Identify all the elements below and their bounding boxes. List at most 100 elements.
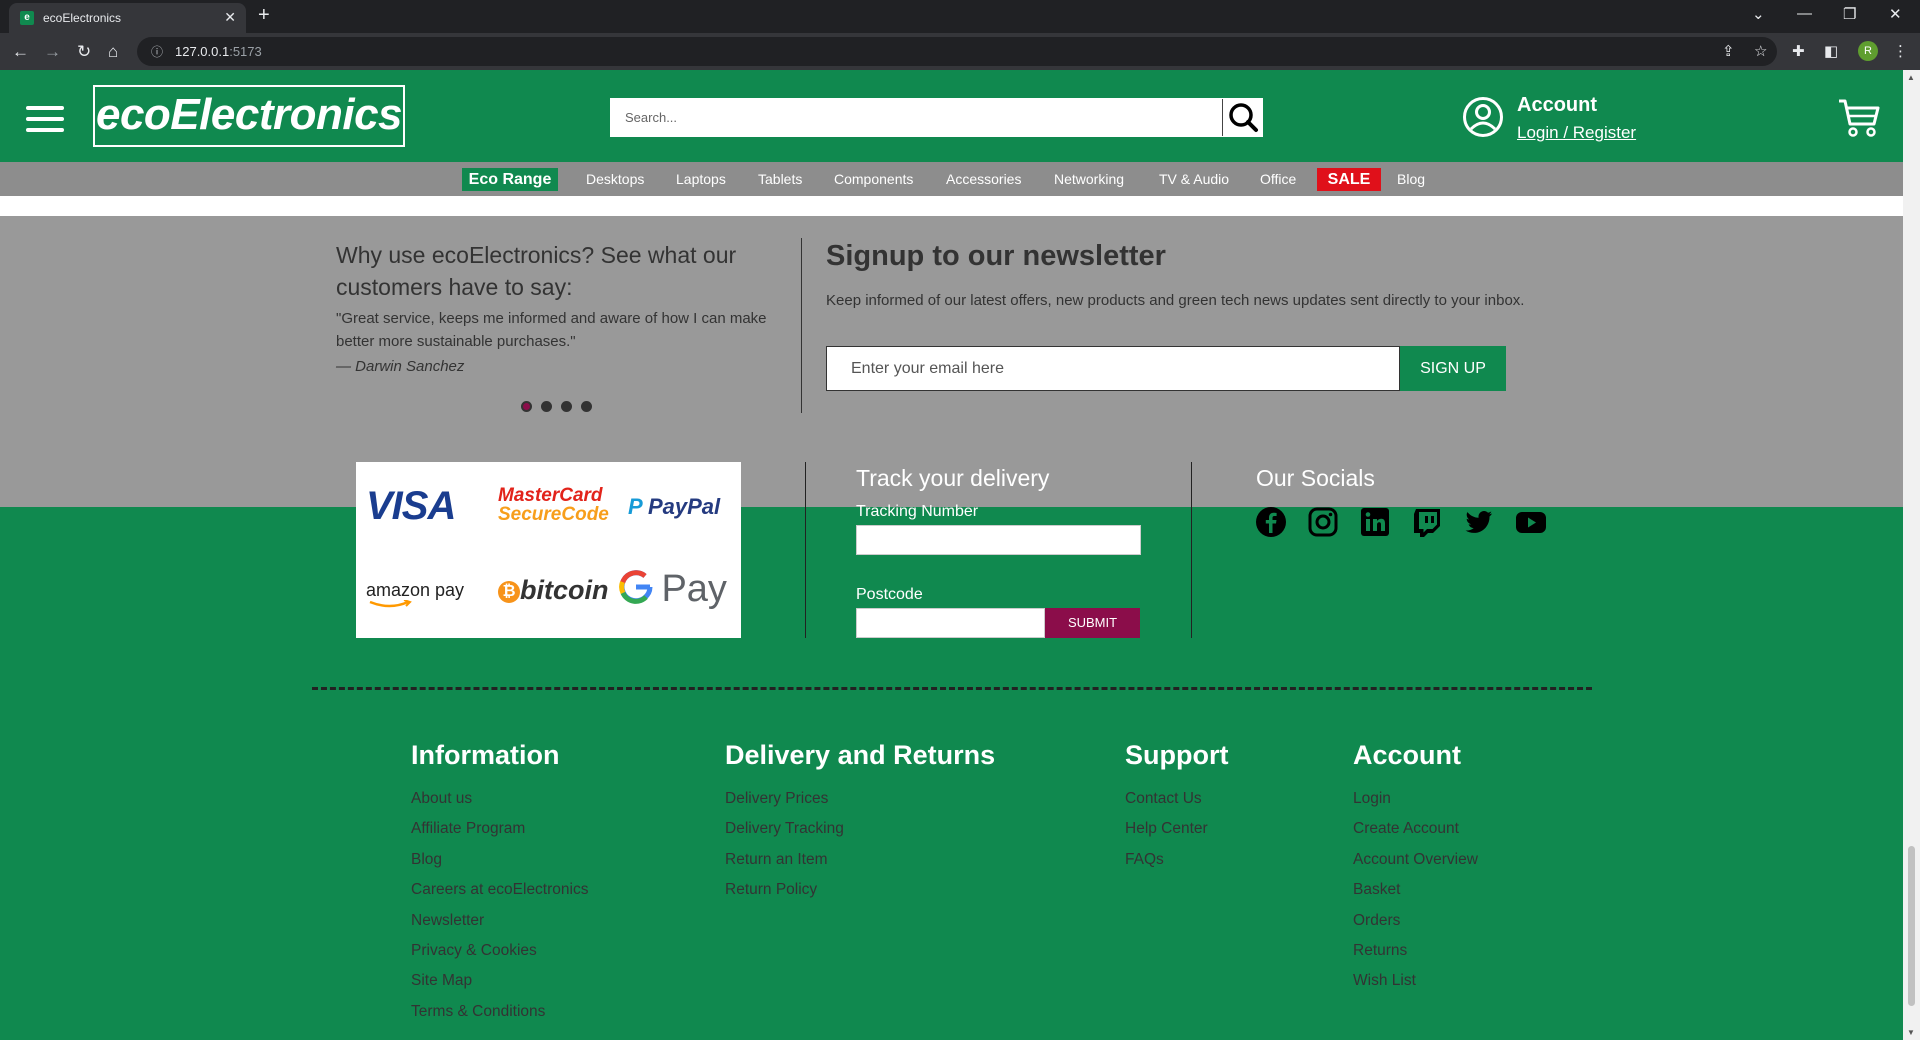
testimonial-heading: Why use ecoElectronics? See what our cus… bbox=[336, 242, 737, 300]
browser-tab[interactable]: e ecoElectronics ✕ bbox=[9, 3, 246, 33]
carousel-dot[interactable] bbox=[541, 401, 552, 412]
forward-icon[interactable]: → bbox=[44, 42, 61, 62]
footer-heading-delivery: Delivery and Returns bbox=[725, 740, 996, 770]
footer-link[interactable]: Affiliate Program bbox=[411, 820, 525, 838]
footer-link[interactable]: Help Center bbox=[1125, 820, 1208, 838]
footer-link[interactable]: Site Map bbox=[411, 972, 472, 990]
footer-link[interactable]: FAQs bbox=[1125, 851, 1164, 869]
search-button[interactable] bbox=[1222, 99, 1262, 136]
linkedin-icon[interactable] bbox=[1359, 506, 1391, 538]
tracking-number-input[interactable] bbox=[856, 525, 1141, 555]
footer-divider bbox=[805, 462, 806, 638]
bookmark-star-icon[interactable]: ☆ bbox=[1754, 42, 1767, 60]
side-panel-icon[interactable]: ◧ bbox=[1824, 42, 1838, 60]
profile-avatar[interactable]: R bbox=[1858, 41, 1878, 61]
footer-link[interactable]: Return Policy bbox=[725, 881, 817, 899]
footer-link[interactable]: Return an Item bbox=[725, 851, 828, 869]
search-input[interactable] bbox=[610, 98, 1222, 137]
nav-blog[interactable]: Blog bbox=[1397, 171, 1425, 187]
new-tab-icon[interactable]: + bbox=[258, 4, 270, 27]
cart-icon[interactable] bbox=[1837, 98, 1881, 143]
payment-methods: VISA MasterCard SecureCode P PayPal amaz… bbox=[356, 462, 741, 638]
nav-eco-range[interactable]: Eco Range bbox=[462, 168, 558, 191]
carousel-dot[interactable] bbox=[581, 401, 592, 412]
footer-link[interactable]: Wish List bbox=[1353, 972, 1416, 990]
postcode-input[interactable] bbox=[856, 608, 1045, 638]
footer-link[interactable]: Create Account bbox=[1353, 820, 1459, 838]
footer-link[interactable]: Careers at ecoElectronics bbox=[411, 881, 588, 899]
nav-office[interactable]: Office bbox=[1260, 171, 1296, 187]
back-icon[interactable]: ← bbox=[12, 42, 29, 62]
minimize-icon[interactable]: — bbox=[1797, 5, 1812, 22]
section-divider bbox=[801, 238, 802, 413]
paypal-logo: P PayPal bbox=[628, 494, 721, 519]
scroll-thumb[interactable] bbox=[1908, 846, 1915, 1006]
footer-link[interactable]: About us bbox=[411, 790, 472, 808]
bitcoin-logo: ₿ bitcoin bbox=[498, 575, 609, 606]
restore-icon[interactable]: ❐ bbox=[1843, 5, 1856, 23]
login-register-link[interactable]: Login / Register bbox=[1517, 123, 1636, 143]
instagram-icon[interactable] bbox=[1307, 506, 1339, 538]
facebook-icon[interactable] bbox=[1255, 506, 1287, 538]
nav-tv-audio[interactable]: TV & Audio bbox=[1159, 171, 1229, 187]
footer-link[interactable]: Basket bbox=[1353, 881, 1400, 899]
newsletter-text: Keep informed of our latest offers, new … bbox=[826, 292, 1525, 309]
page-scrollbar[interactable]: ▲ ▼ bbox=[1903, 70, 1920, 1040]
footer-link[interactable]: Delivery Prices bbox=[725, 790, 828, 808]
youtube-icon[interactable] bbox=[1515, 506, 1547, 538]
carousel-dot[interactable] bbox=[521, 401, 532, 412]
submit-button[interactable]: SUBMIT bbox=[1045, 608, 1140, 638]
footer-link[interactable]: Delivery Tracking bbox=[725, 820, 844, 838]
divider-strip bbox=[0, 196, 1903, 216]
mastercard-logo: MasterCard SecureCode bbox=[498, 485, 609, 525]
nav-desktops[interactable]: Desktops bbox=[586, 171, 644, 187]
footer-link[interactable]: Login bbox=[1353, 790, 1391, 808]
footer-link[interactable]: Privacy & Cookies bbox=[411, 942, 537, 960]
close-window-icon[interactable]: ✕ bbox=[1889, 5, 1902, 23]
amazon-pay-logo: amazon pay bbox=[366, 580, 464, 608]
tab-search-icon[interactable]: ⌄ bbox=[1752, 5, 1765, 23]
nav-sale[interactable]: SALE bbox=[1317, 168, 1381, 191]
nav-networking[interactable]: Networking bbox=[1054, 171, 1124, 187]
footer-link[interactable]: Newsletter bbox=[411, 912, 484, 930]
carousel-dot[interactable] bbox=[561, 401, 572, 412]
account-icon[interactable] bbox=[1462, 96, 1504, 143]
site-logo[interactable]: ecoElectronics bbox=[93, 85, 405, 147]
menu-dots-icon[interactable]: ⋮ bbox=[1893, 42, 1908, 60]
url-field[interactable]: ⓘ 127.0.0.1:5173 bbox=[137, 37, 1777, 66]
signup-button[interactable]: SIGN UP bbox=[1400, 346, 1506, 391]
nav-accessories[interactable]: Accessories bbox=[946, 171, 1021, 187]
footer-heading-account: Account bbox=[1353, 740, 1461, 770]
browser-tab-bar: e ecoElectronics ✕ + ⌄ — ❐ ✕ bbox=[0, 0, 1920, 33]
footer-link[interactable]: Contact Us bbox=[1125, 790, 1202, 808]
favicon-icon: e bbox=[20, 11, 34, 25]
footer-link[interactable]: Orders bbox=[1353, 912, 1400, 930]
scroll-up-icon[interactable]: ▲ bbox=[1907, 73, 1915, 82]
newsletter-email-input[interactable] bbox=[826, 346, 1400, 391]
extensions-icon[interactable]: ✚ bbox=[1792, 42, 1805, 60]
nav-components[interactable]: Components bbox=[834, 171, 913, 187]
hamburger-menu-icon[interactable] bbox=[26, 106, 64, 139]
nav-tablets[interactable]: Tablets bbox=[758, 171, 802, 187]
search-bar bbox=[610, 98, 1263, 137]
tab-close-icon[interactable]: ✕ bbox=[224, 9, 236, 26]
twitter-icon[interactable] bbox=[1463, 506, 1495, 538]
scroll-down-icon[interactable]: ▼ bbox=[1907, 1028, 1915, 1037]
browser-address-bar: ← → ↻ ⌂ ⓘ 127.0.0.1:5173 ⇪ ☆ ✚ ◧ R ⋮ bbox=[0, 33, 1920, 70]
testimonial-quote: "Great service, keeps me informed and aw… bbox=[336, 310, 767, 350]
nav-laptops[interactable]: Laptops bbox=[676, 171, 726, 187]
footer-link[interactable]: Returns bbox=[1353, 942, 1407, 960]
google-pay-logo: Pay bbox=[618, 568, 727, 611]
site-info-icon[interactable]: ⓘ bbox=[151, 43, 163, 60]
testimonial-author: — Darwin Sanchez bbox=[336, 358, 465, 375]
footer-heading-information: Information bbox=[411, 740, 560, 770]
page: ecoElectronics Account Login / Register bbox=[0, 70, 1903, 1040]
footer-link[interactable]: Account Overview bbox=[1353, 851, 1478, 869]
twitch-icon[interactable] bbox=[1411, 506, 1443, 538]
reload-icon[interactable]: ↻ bbox=[77, 42, 91, 62]
home-icon[interactable]: ⌂ bbox=[108, 42, 118, 62]
footer-link[interactable]: Terms & Conditions bbox=[411, 1003, 545, 1021]
footer-link[interactable]: Blog bbox=[411, 851, 442, 869]
share-icon[interactable]: ⇪ bbox=[1722, 42, 1735, 60]
url-text: 127.0.0.1:5173 bbox=[175, 44, 262, 59]
